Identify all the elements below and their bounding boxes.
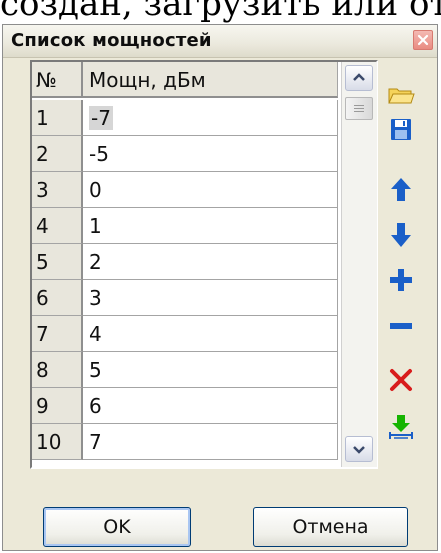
minus-icon <box>390 323 412 329</box>
cancel-button[interactable]: Отмена <box>253 507 408 547</box>
save-button[interactable] <box>386 115 416 145</box>
row-number-cell[interactable]: 6 <box>32 280 83 316</box>
vertical-scrollbar[interactable] <box>341 62 377 467</box>
plus-icon <box>390 269 412 291</box>
table-row[interactable]: 85 <box>32 352 338 388</box>
move-down-button[interactable] <box>386 220 416 250</box>
close-button[interactable] <box>413 30 433 50</box>
power-value-cell[interactable]: 3 <box>83 280 338 316</box>
power-value-cell[interactable]: 0 <box>83 172 338 208</box>
table-row[interactable]: 63 <box>32 280 338 316</box>
row-number-cell[interactable]: 4 <box>32 208 83 244</box>
chevron-up-icon <box>353 73 365 81</box>
table-row[interactable]: 10 7 <box>32 424 338 460</box>
row-number-cell[interactable]: 5 <box>32 244 83 280</box>
table-row[interactable]: 2 -5 <box>32 136 338 172</box>
row-number-cell[interactable]: 3 <box>32 172 83 208</box>
row-number-cell[interactable]: 2 <box>32 136 83 172</box>
fill-down-icon <box>389 415 413 439</box>
power-value-cell[interactable]: 6 <box>83 388 338 424</box>
arrow-down-icon <box>391 223 411 247</box>
interpolate-button[interactable] <box>386 413 416 443</box>
row-number-cell[interactable]: 9 <box>32 388 83 424</box>
table-row[interactable]: 96 <box>32 388 338 424</box>
power-table: № Мощн, дБм 1 -7 2 -5 3 0 4 1 5 2 6 3 7 4 8 5 9 6 10 7 <box>30 60 378 469</box>
move-up-button[interactable] <box>386 175 416 205</box>
power-value-cell[interactable]: 7 <box>83 424 338 460</box>
table-row[interactable]: 41 <box>32 208 338 244</box>
table-row[interactable]: 52 <box>32 244 338 280</box>
arrow-up-icon <box>391 178 411 201</box>
power-value-cell[interactable]: -7 <box>83 100 338 136</box>
row-number-cell[interactable]: 7 <box>32 316 83 352</box>
row-number-cell[interactable]: 10 <box>32 424 83 460</box>
row-number-cell[interactable]: 8 <box>32 352 83 388</box>
scroll-up-button[interactable] <box>345 65 373 91</box>
chevron-down-icon <box>353 446 365 454</box>
table-header: № Мощн, дБм <box>32 62 338 98</box>
power-value-cell[interactable]: 4 <box>83 316 338 352</box>
power-value-cell[interactable]: 2 <box>83 244 338 280</box>
open-folder-button[interactable] <box>386 80 416 110</box>
scroll-down-button[interactable] <box>345 436 373 462</box>
power-value-cell[interactable]: -5 <box>83 136 338 172</box>
open-folder-icon <box>388 88 415 104</box>
power-value-cell[interactable]: 1 <box>83 208 338 244</box>
power-list-dialog: Список мощностей № Мощн, дБм 1 -7 2 -5 3 0 4 1 5… <box>2 24 438 551</box>
table-row[interactable]: 30 <box>32 172 338 208</box>
table-row[interactable]: 1 -7 <box>32 100 338 136</box>
scroll-thumb[interactable] <box>345 97 373 120</box>
column-header-power[interactable]: Мощн, дБм <box>83 62 338 98</box>
dialog-title: Список мощностей <box>11 30 212 51</box>
remove-row-button[interactable] <box>386 311 416 341</box>
title-bar[interactable]: Список мощностей <box>3 25 437 58</box>
add-row-button[interactable] <box>386 265 416 295</box>
row-number-cell[interactable]: 1 <box>32 100 83 136</box>
delete-all-button[interactable] <box>386 365 416 395</box>
column-header-number[interactable]: № <box>32 62 83 98</box>
close-icon <box>417 34 429 46</box>
delete-icon <box>390 369 412 391</box>
selected-value-text: -7 <box>89 106 113 130</box>
power-value-cell[interactable]: 5 <box>83 352 338 388</box>
background-cropped-text: создан, загрузить или отредактировать <box>0 0 441 24</box>
ok-button[interactable]: OK <box>43 507 191 547</box>
save-icon <box>391 119 411 140</box>
table-row[interactable]: 74 <box>32 316 338 352</box>
